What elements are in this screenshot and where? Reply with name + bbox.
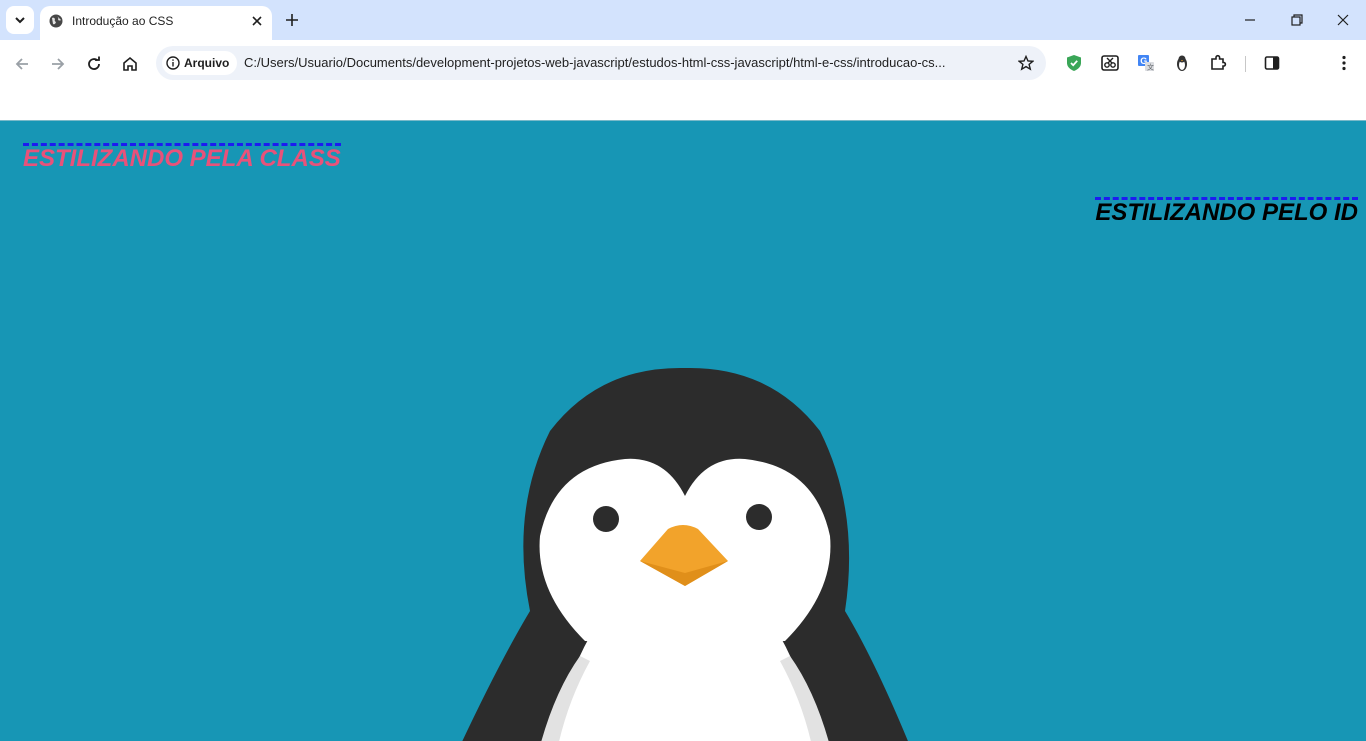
tab-search-button[interactable] (6, 6, 34, 34)
reload-icon (88, 56, 100, 70)
address-bar[interactable]: Arquivo C:/Users/Usuario/Documents/devel… (156, 46, 1046, 80)
new-tab-button[interactable] (282, 10, 302, 30)
penguin-extension-icon (1177, 55, 1187, 71)
forward-button[interactable] (46, 52, 70, 76)
browser-menu-button[interactable] (1333, 52, 1355, 74)
minimize-button[interactable] (1238, 8, 1262, 32)
back-icon (15, 58, 28, 70)
translate-extension-icon: G文 (1138, 55, 1154, 72)
site-info-chip[interactable]: Arquivo (162, 51, 238, 75)
extensions-button[interactable] (1207, 52, 1229, 74)
close-window-icon (1337, 14, 1349, 26)
restore-icon (1291, 14, 1303, 26)
close-icon (252, 16, 262, 26)
url-text[interactable]: C:/Users/Usuario/Documents/development-p… (244, 55, 1014, 70)
restore-button[interactable] (1285, 8, 1309, 32)
tab-search-icon (15, 17, 25, 24)
info-icon (166, 56, 180, 70)
tab-strip: Introdução ao CSS (0, 0, 1366, 40)
security-chip-label: Arquivo (184, 56, 230, 70)
close-window-button[interactable] (1331, 8, 1355, 32)
kebab-menu-icon (1342, 55, 1346, 71)
side-panel-button[interactable] (1261, 52, 1283, 74)
forward-icon (52, 58, 65, 70)
toolbar-separator (1245, 56, 1246, 72)
bookmark-button[interactable] (1014, 51, 1038, 75)
close-tab-button[interactable] (248, 12, 266, 30)
active-tab[interactable]: Introdução ao CSS (40, 6, 272, 40)
extensions-puzzle-icon (1211, 54, 1227, 70)
home-button[interactable] (118, 52, 142, 76)
browser-toolbar: Arquivo C:/Users/Usuario/Documents/devel… (0, 40, 1366, 120)
scissors-extension-button[interactable] (1099, 52, 1121, 74)
svg-text:文: 文 (1147, 63, 1154, 72)
home-icon (123, 56, 137, 71)
reload-button[interactable] (82, 52, 106, 76)
minimize-icon (1245, 19, 1255, 21)
star-icon (1018, 55, 1034, 71)
page-viewport: ESTILIZANDO PELA CLASS ESTILIZANDO PELO … (0, 120, 1366, 741)
plus-icon (286, 14, 298, 26)
penguin-extension-button[interactable] (1171, 52, 1193, 74)
penguin-image (462, 367, 908, 741)
translate-extension-button[interactable]: G文 (1135, 52, 1157, 74)
tab-title: Introdução ao CSS (72, 14, 174, 28)
id-styled-heading: ESTILIZANDO PELO ID (1095, 197, 1358, 226)
class-styled-heading: ESTILIZANDO PELA CLASS (23, 143, 341, 172)
shield-extension-button[interactable] (1063, 52, 1085, 74)
scissors-extension-icon (1101, 55, 1119, 71)
side-panel-icon (1264, 56, 1280, 70)
back-button[interactable] (10, 52, 34, 76)
globe-icon (49, 14, 63, 28)
shield-extension-icon (1067, 55, 1081, 71)
